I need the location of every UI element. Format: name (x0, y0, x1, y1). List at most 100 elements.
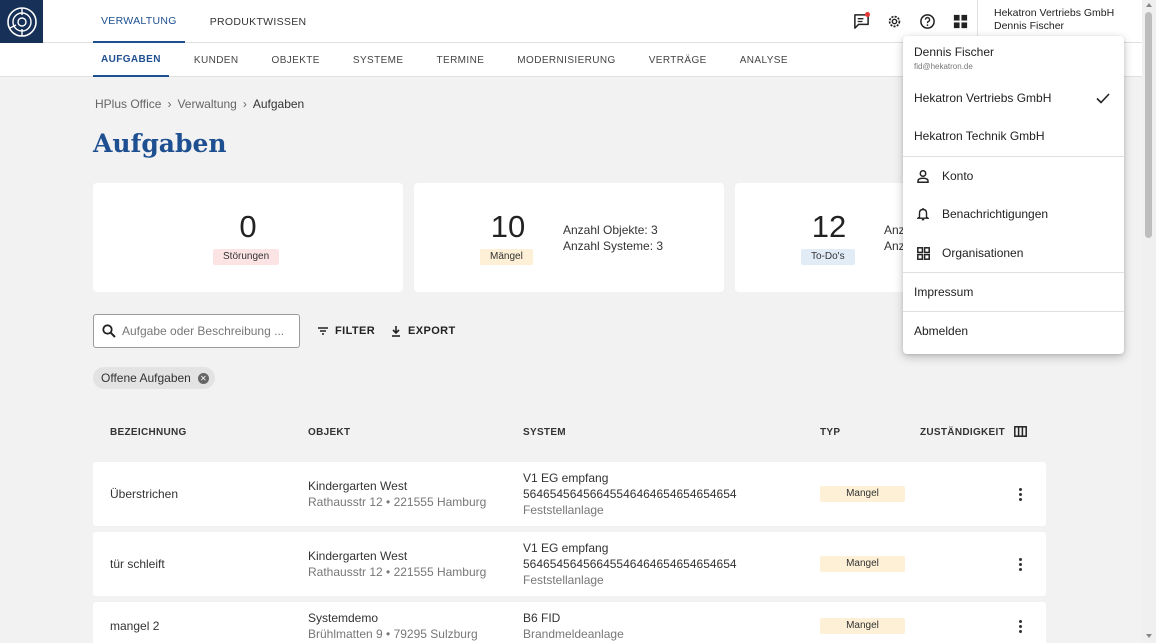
filter-icon (318, 327, 328, 335)
type-badge: Mangel (820, 618, 905, 634)
sub-nav: AUFGABEN KUNDEN OBJEKTE SYSTEME TERMINE … (93, 43, 813, 77)
stat-badge: To-Do's (801, 249, 855, 265)
menu-item-label: Benachrichtigungen (942, 207, 1049, 221)
notification-dot (865, 12, 870, 17)
menu-item-label: Konto (942, 169, 974, 183)
account-menu: Dennis Fischer fid@hekatron.de Hekatron … (903, 36, 1124, 354)
column-settings-icon[interactable] (1014, 426, 1027, 437)
current-org: Hekatron Vertriebs GmbH (994, 7, 1115, 19)
menu-user-email: fid@hekatron.de (914, 62, 973, 71)
stat-info: Anzahl Objekte: 3 Anzahl Systeme: 3 (563, 222, 663, 254)
settings-icon (888, 15, 901, 28)
breadcrumb-current: Aufgaben (252, 97, 305, 111)
download-icon (392, 325, 400, 337)
export-label: EXPORT (408, 325, 456, 337)
system-name: V1 EG empfang (523, 471, 609, 485)
feedback-button[interactable] (845, 0, 878, 43)
breadcrumb-home[interactable]: HPlus Office (95, 97, 161, 111)
stat-badge: Störungen (213, 249, 280, 265)
search-field[interactable] (93, 314, 300, 348)
cell-system: B6 FID Brandmeldeanlage (523, 610, 624, 642)
more-vert-icon[interactable] (1013, 618, 1027, 634)
cell-bezeichnung: mangel 2 (110, 619, 160, 633)
export-button[interactable]: EXPORT (391, 322, 456, 340)
cell-objekt: Kindergarten West Rathausstr 12 • 221555… (308, 478, 486, 510)
system-typ: Feststellanlage (523, 503, 604, 517)
account-switcher[interactable]: Hekatron Vertriebs GmbH Dennis Fischer (994, 7, 1114, 33)
table-row[interactable]: mangel 2 Systemdemo Brühlmatten 9 • 7929… (93, 602, 1046, 643)
column-header-system[interactable]: SYSTEM (523, 427, 566, 438)
tab-kunden[interactable]: KUNDEN (186, 43, 247, 77)
cell-objekt: Kindergarten West Rathausstr 12 • 221555… (308, 548, 486, 580)
scroll-up-icon[interactable] (1146, 3, 1152, 7)
help-icon (920, 14, 935, 29)
chevron-right-icon: › (167, 97, 172, 111)
page-scrollbar[interactable] (1142, 0, 1156, 643)
stat-value: 12 (811, 209, 847, 244)
cell-objekt: Systemdemo Brühlmatten 9 • 79295 Sulzbur… (308, 610, 478, 642)
scroll-thumb[interactable] (1145, 12, 1152, 238)
menu-organisationen[interactable]: Organisationen (903, 234, 1124, 272)
column-header-zustaendigkeit[interactable]: ZUSTÄNDIGKEIT (920, 427, 1005, 438)
type-badge: Mangel (820, 556, 905, 572)
column-header-bezeichnung[interactable]: BEZEICHNUNG (110, 427, 187, 438)
objekte-count: Anz (884, 223, 905, 237)
tab-aufgaben[interactable]: AUFGABEN (93, 43, 169, 77)
menu-item-label: Hekatron Vertriebs GmbH (914, 91, 1052, 105)
app-logo[interactable] (0, 0, 43, 43)
system-typ: Brandmeldeanlage (523, 627, 624, 641)
breadcrumb-verwaltung[interactable]: Verwaltung (177, 97, 236, 111)
menu-org-hekatron-vertriebs[interactable]: Hekatron Vertriebs GmbH (903, 79, 1124, 117)
table-row[interactable]: tür schleift Kindergarten West Rathausst… (93, 532, 1046, 596)
filter-label: FILTER (335, 325, 376, 337)
nav-produktwissen[interactable]: PRODUKTWISSEN (202, 0, 315, 43)
cell-system: V1 EG empfang 56465456456645546464654654… (523, 470, 737, 518)
grid-icon (915, 245, 931, 261)
chip-label: Offene Aufgaben (101, 371, 191, 385)
apps-icon (953, 14, 968, 29)
tab-vertraege[interactable]: VERTRÄGE (641, 43, 715, 77)
objekt-name: Systemdemo (308, 611, 379, 625)
tab-analyse[interactable]: ANALYSE (732, 43, 796, 77)
objekt-name: Kindergarten West (308, 549, 408, 563)
menu-item-label: Impressum (914, 285, 974, 299)
chevron-right-icon: › (242, 97, 247, 111)
tab-termine[interactable]: TERMINE (428, 43, 492, 77)
nav-verwaltung[interactable]: VERWALTUNG (93, 0, 185, 43)
main-nav: VERWALTUNG PRODUKTWISSEN (93, 0, 331, 43)
more-vert-icon[interactable] (1013, 556, 1027, 572)
filter-button[interactable]: FILTER (318, 322, 375, 340)
system-id: 5646545645664554646465465465465​4 (523, 557, 737, 571)
objekt-adresse: Rathausstr 12 • 221555 Hamburg (308, 565, 487, 579)
search-input[interactable] (122, 324, 292, 338)
menu-konto[interactable]: Konto (903, 157, 1124, 195)
system-typ: Feststellanlage (523, 573, 604, 587)
menu-benachrichtigungen[interactable]: Benachrichtigungen (903, 195, 1124, 233)
check-icon (1096, 92, 1110, 104)
menu-impressum[interactable]: Impressum (903, 273, 1124, 311)
column-header-typ[interactable]: TYP (820, 427, 840, 438)
stat-value: 0 (239, 209, 257, 244)
stat-card-maengel[interactable]: 10 Mängel Anzahl Objekte: 3 Anzahl Syste… (414, 183, 724, 292)
stat-card-stoerungen[interactable]: 0 Störungen (93, 183, 403, 292)
page-title: Aufgaben (93, 129, 227, 158)
more-vert-icon[interactable] (1013, 486, 1027, 502)
cell-bezeichnung: Überstrichen (110, 487, 179, 501)
person-icon (915, 168, 931, 184)
tab-modernisierung[interactable]: MODERNISIERUNG (509, 43, 623, 77)
current-user: Dennis Fischer (994, 20, 1065, 32)
menu-abmelden[interactable]: Abmelden (903, 312, 1124, 350)
chip-remove-icon[interactable]: ✕ (197, 372, 209, 384)
stat-value: 10 (490, 209, 526, 244)
menu-org-hekatron-technik[interactable]: Hekatron Technik GmbH (903, 117, 1124, 155)
column-header-objekt[interactable]: OBJEKT (308, 427, 350, 438)
system-id: 5646545645664554646465465465465​4 (523, 487, 737, 501)
menu-user-name: Dennis Fischer (914, 45, 995, 59)
tab-systeme[interactable]: SYSTEME (345, 43, 412, 77)
menu-item-label: Hekatron Technik GmbH (914, 129, 1045, 143)
objekte-count: Anzahl Objekte: 3 (563, 223, 658, 237)
tab-objekte[interactable]: OBJEKTE (264, 43, 328, 77)
type-badge: Mangel (820, 486, 905, 502)
scroll-down-icon[interactable] (1146, 634, 1152, 638)
table-row[interactable]: Überstrichen Kindergarten West Rathausst… (93, 462, 1046, 526)
